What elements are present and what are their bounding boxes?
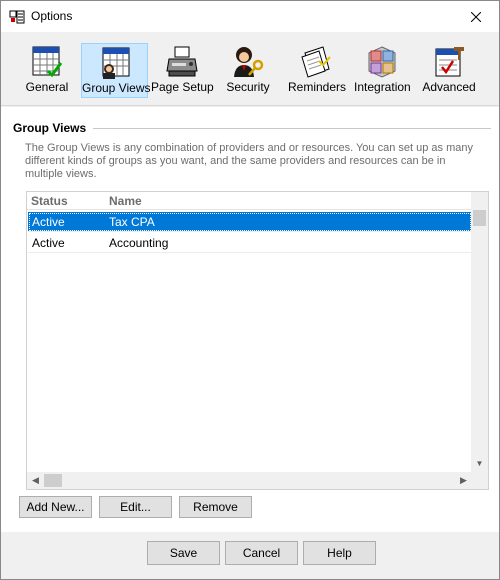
tool-advanced-label: Advanced bbox=[422, 80, 476, 94]
tool-security-label: Security bbox=[226, 80, 270, 94]
tool-page-setup-label: Page Setup bbox=[151, 80, 214, 94]
remove-button[interactable]: Remove bbox=[179, 496, 252, 518]
add-new-button[interactable]: Add New... bbox=[19, 496, 92, 518]
edit-button[interactable]: Edit... bbox=[99, 496, 172, 518]
group-views-list[interactable]: Status Name Active Tax CPA Active Accoun… bbox=[26, 191, 489, 490]
section-title: Group Views bbox=[13, 121, 87, 135]
help-button[interactable]: Help bbox=[303, 541, 376, 565]
row-status: Active bbox=[32, 236, 65, 250]
vertical-scroll-thumb[interactable] bbox=[473, 210, 486, 226]
close-button[interactable] bbox=[453, 1, 499, 32]
general-icon bbox=[32, 46, 63, 78]
cancel-button[interactable]: Cancel bbox=[225, 541, 298, 565]
title-bar: Options bbox=[1, 1, 499, 32]
reminders-icon bbox=[301, 46, 331, 78]
column-header-name[interactable]: Name bbox=[109, 194, 142, 208]
vertical-scrollbar[interactable]: ▼ bbox=[471, 192, 488, 472]
tool-group-views[interactable]: Group Views bbox=[81, 43, 151, 98]
options-toolbar: General Group Views Page Setup Security … bbox=[1, 32, 499, 106]
tool-security[interactable]: Security bbox=[223, 43, 273, 98]
table-row[interactable]: Active Tax CPA bbox=[28, 212, 472, 232]
row-status: Active bbox=[32, 215, 65, 229]
row-name: Tax CPA bbox=[109, 215, 155, 229]
tool-general[interactable]: General bbox=[23, 43, 71, 98]
tool-reminders-label: Reminders bbox=[288, 80, 347, 94]
row-name: Accounting bbox=[109, 236, 169, 250]
section-divider bbox=[93, 128, 491, 129]
table-row[interactable]: Active Accounting bbox=[28, 233, 472, 253]
scroll-down-icon[interactable]: ▼ bbox=[471, 455, 488, 472]
scroll-corner bbox=[471, 472, 488, 489]
tool-integration[interactable]: Integration bbox=[354, 43, 411, 98]
tool-reminders[interactable]: Reminders bbox=[288, 43, 347, 98]
tool-page-setup[interactable]: Page Setup bbox=[151, 43, 214, 98]
integration-icon bbox=[368, 46, 396, 78]
close-icon bbox=[471, 11, 481, 22]
list-header: Status Name bbox=[27, 192, 472, 210]
dialog-footer: Save Cancel Help bbox=[1, 532, 499, 579]
section-description: The Group Views is any combination of pr… bbox=[25, 142, 473, 180]
tool-group-views-label: Group Views bbox=[82, 81, 151, 95]
options-app-icon bbox=[9, 10, 25, 24]
tool-advanced[interactable]: Advanced bbox=[422, 43, 476, 98]
scroll-left-icon[interactable]: ◀ bbox=[27, 472, 44, 489]
printer-icon bbox=[166, 46, 198, 77]
scroll-right-icon[interactable]: ▶ bbox=[455, 472, 472, 489]
tool-general-label: General bbox=[25, 80, 69, 94]
advanced-icon bbox=[435, 47, 464, 77]
group-views-icon bbox=[102, 47, 129, 79]
options-window: Options General Group Views Page Setup S… bbox=[0, 0, 500, 580]
column-header-status[interactable]: Status bbox=[31, 194, 68, 208]
security-key-icon bbox=[234, 47, 264, 77]
horizontal-scroll-thumb[interactable] bbox=[44, 474, 62, 487]
tool-integration-label: Integration bbox=[354, 80, 411, 94]
group-views-panel: Group Views The Group Views is any combi… bbox=[1, 107, 499, 532]
horizontal-scrollbar[interactable]: ◀ ▶ bbox=[27, 472, 472, 489]
window-title: Options bbox=[31, 9, 73, 23]
save-button[interactable]: Save bbox=[147, 541, 220, 565]
